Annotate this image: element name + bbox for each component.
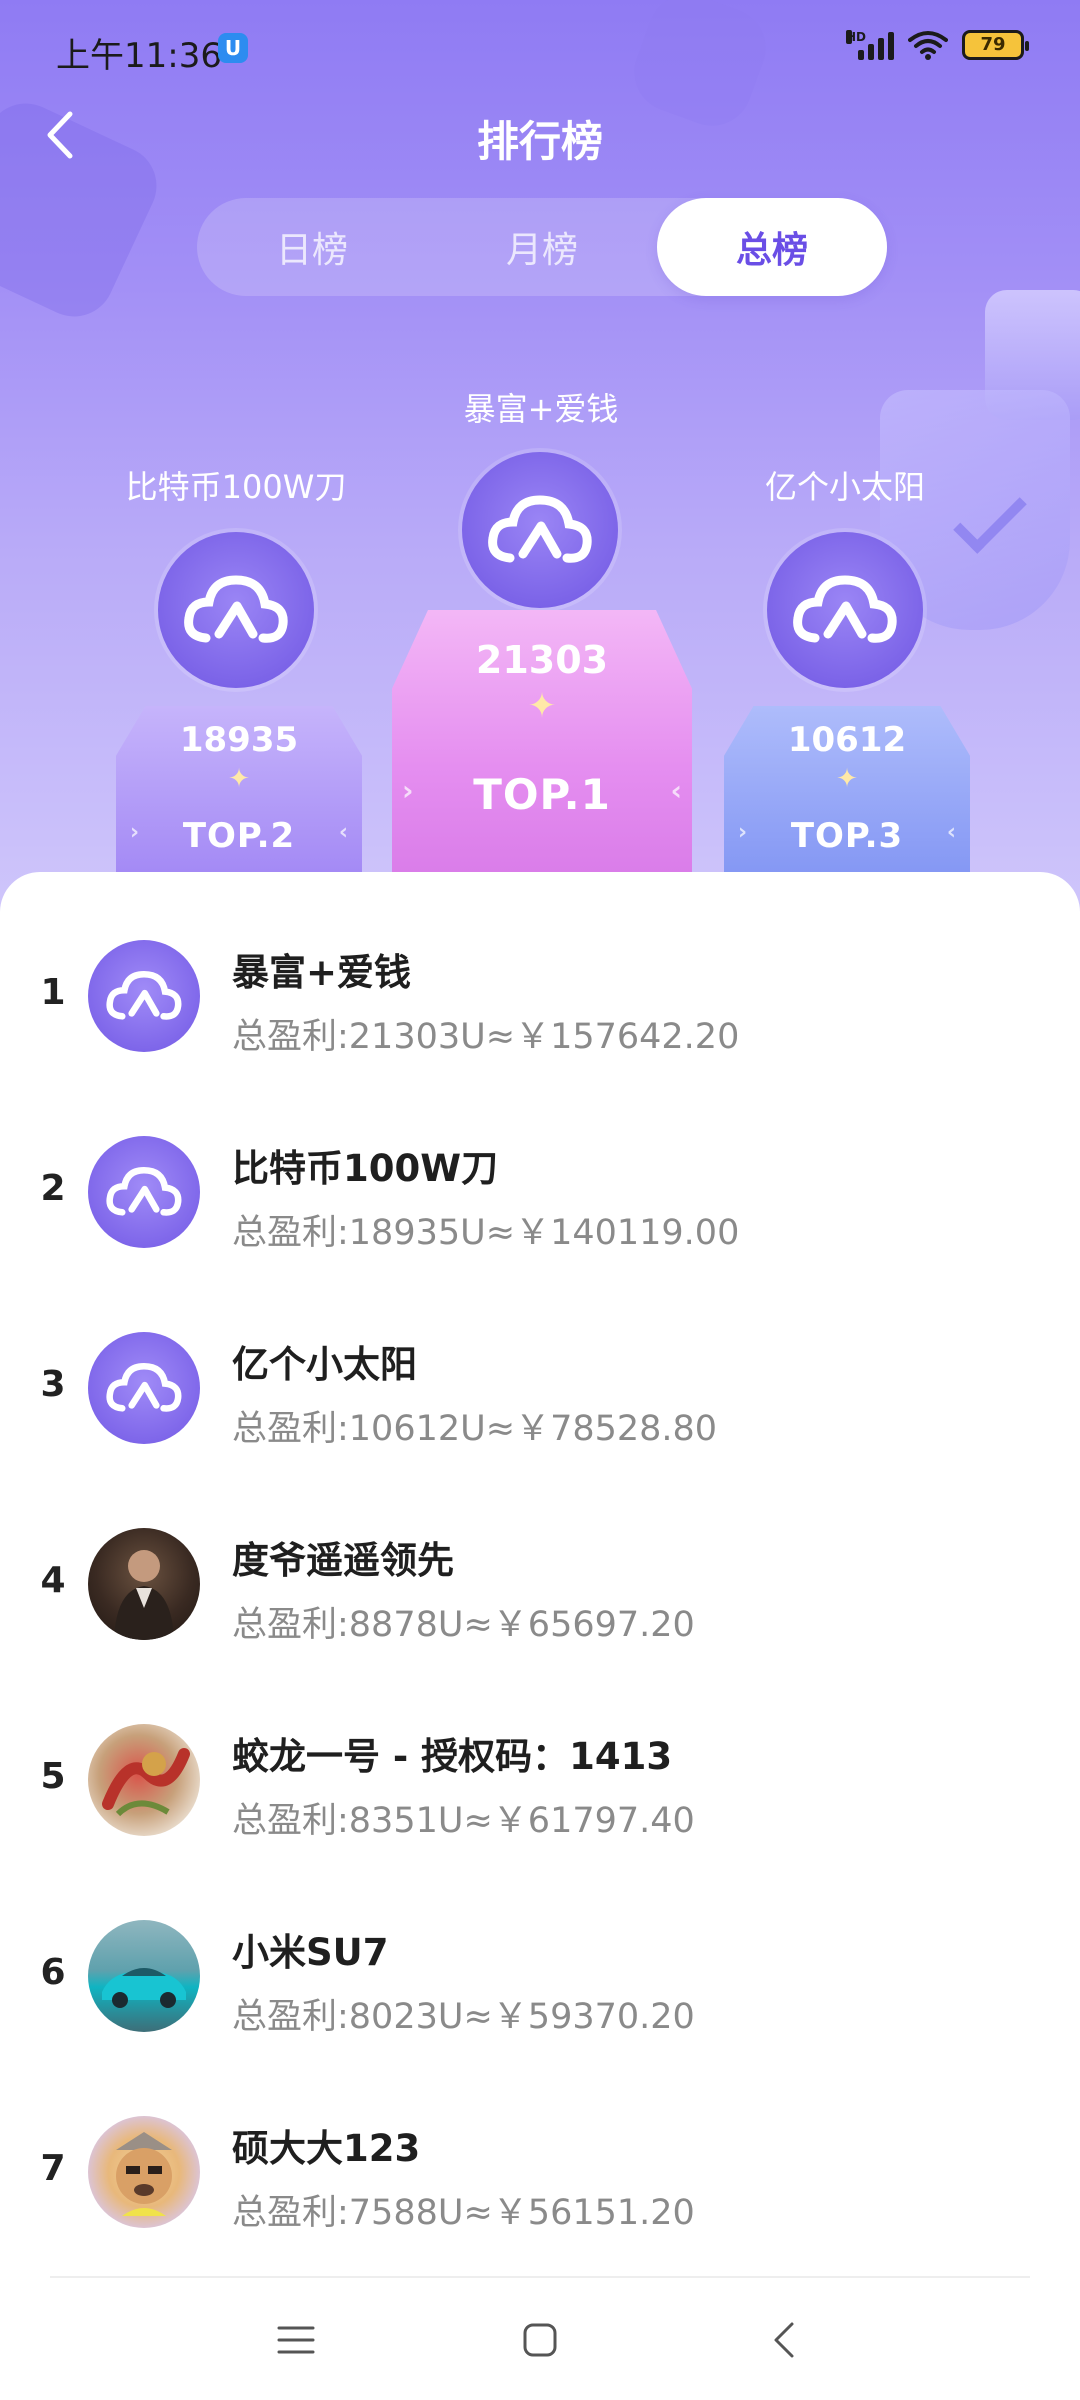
list-item[interactable]: 4 度爷遥遥领先 总盈利:8878U≈￥65697.20 bbox=[0, 1488, 1080, 1684]
rank-number: 4 bbox=[40, 1560, 66, 1601]
user-profit: 总盈利:18935U≈￥140119.00 bbox=[232, 1213, 740, 1253]
app-notification-icon: U bbox=[218, 33, 248, 63]
podium-third-score: 10612 bbox=[787, 720, 907, 760]
rank-number: 1 bbox=[40, 972, 66, 1013]
podium-first-avatar[interactable] bbox=[462, 452, 618, 608]
user-name: 蛟龙一号 - 授权码：1413 bbox=[232, 1735, 673, 1778]
avatar bbox=[88, 1136, 200, 1248]
sparkle-icon: ✦ bbox=[836, 764, 858, 794]
avatar bbox=[88, 940, 200, 1052]
avatar bbox=[88, 1920, 200, 2032]
podium-first-label: TOP.1 bbox=[473, 770, 611, 819]
rank-number: 3 bbox=[40, 1364, 66, 1405]
podium-third-name: 亿个小太阳 bbox=[764, 468, 925, 506]
cloud-logo-icon bbox=[488, 495, 592, 563]
status-time: 上午11:36 bbox=[56, 36, 222, 76]
podium-second-score: 18935 bbox=[179, 720, 299, 760]
cloud-logo-icon bbox=[793, 575, 897, 643]
page-title: 排行榜 bbox=[476, 117, 603, 166]
person-photo-icon bbox=[114, 1550, 174, 1640]
period-tabs: 日榜 月榜 总榜 bbox=[197, 198, 887, 296]
cloud-logo-icon bbox=[106, 1362, 182, 1412]
wifi-icon bbox=[908, 30, 948, 60]
cartoon-dog-icon bbox=[116, 2132, 172, 2216]
tab-daily[interactable]: 日榜 bbox=[197, 198, 427, 296]
podium-second-avatar[interactable] bbox=[158, 532, 314, 688]
sparkle-icon: ✦ bbox=[228, 764, 250, 794]
user-name: 比特币100W刀 bbox=[232, 1147, 499, 1190]
user-profit: 总盈利:7588U≈￥56151.20 bbox=[232, 2193, 695, 2233]
podium-first-name: 暴富+爱钱 bbox=[463, 390, 619, 428]
rank-number: 5 bbox=[40, 1756, 66, 1797]
user-profit: 总盈利:8878U≈￥65697.20 bbox=[232, 1605, 695, 1645]
car-photo-icon bbox=[102, 1968, 186, 2008]
cloud-logo-icon bbox=[106, 1166, 182, 1216]
tab-monthly[interactable]: 月榜 bbox=[427, 198, 657, 296]
user-name: 亿个小太阳 bbox=[232, 1343, 417, 1386]
menu-icon bbox=[277, 2326, 315, 2354]
signal-icon: HD bbox=[846, 30, 894, 60]
cloud-logo-icon bbox=[106, 970, 182, 1020]
dragon-photo-icon bbox=[102, 1748, 190, 1817]
podium-second-name: 比特币100W刀 bbox=[125, 468, 347, 506]
status-icons: HD 79 bbox=[846, 30, 1029, 60]
menu-button[interactable] bbox=[256, 2308, 336, 2372]
avatar bbox=[88, 1332, 200, 1444]
user-name: 暴富+爱钱 bbox=[232, 951, 412, 994]
podium-first-score: 21303 bbox=[475, 638, 609, 682]
rank-number: 7 bbox=[40, 2148, 66, 2189]
system-back-button[interactable] bbox=[744, 2308, 824, 2372]
user-name: 小米SU7 bbox=[232, 1931, 389, 1974]
podium-first-block: 21303 ✦ › ‹ TOP.1 bbox=[392, 610, 692, 872]
sparkle-icon: ✦ bbox=[527, 686, 557, 726]
user-name: 度爷遥遥领先 bbox=[232, 1539, 454, 1582]
back-icon bbox=[774, 2322, 794, 2358]
list-item[interactable]: 1 暴富+爱钱 总盈利:21303U≈￥157642.20 bbox=[0, 900, 1080, 1096]
system-nav-bar bbox=[0, 2280, 1080, 2400]
avatar bbox=[88, 2116, 200, 2228]
podium-third-avatar[interactable] bbox=[767, 532, 923, 688]
avatar bbox=[88, 1724, 200, 1836]
user-profit: 总盈利:8351U≈￥61797.40 bbox=[232, 1801, 695, 1841]
rank-number: 2 bbox=[40, 1168, 66, 1209]
list-item[interactable]: 3 亿个小太阳 总盈利:10612U≈￥78528.80 bbox=[0, 1292, 1080, 1488]
hd-label: HD bbox=[846, 30, 867, 44]
user-profit: 总盈利:21303U≈￥157642.20 bbox=[232, 1017, 740, 1057]
tab-total[interactable]: 总榜 bbox=[657, 198, 887, 296]
podium-second-block: 18935 ✦ › ‹ TOP.2 bbox=[116, 706, 362, 872]
divider bbox=[50, 2276, 1030, 2278]
list-item[interactable]: 2 比特币100W刀 总盈利:18935U≈￥140119.00 bbox=[0, 1096, 1080, 1292]
avatar bbox=[88, 1528, 200, 1640]
podium-third-label: TOP.3 bbox=[790, 816, 904, 856]
list-item[interactable]: 5 蛟龙一号 - 授权码：1413 总盈利:8351U≈￥61797.40 bbox=[0, 1684, 1080, 1880]
podium-second-label: TOP.2 bbox=[182, 816, 296, 856]
cloud-logo-icon bbox=[184, 575, 288, 643]
user-profit: 总盈利:8023U≈￥59370.20 bbox=[232, 1997, 695, 2037]
rank-number: 6 bbox=[40, 1952, 66, 1993]
user-profit: 总盈利:10612U≈￥78528.80 bbox=[232, 1409, 718, 1449]
user-name: 硕大大123 bbox=[232, 2127, 421, 2170]
status-bar: 上午11:36 U HD 79 bbox=[0, 0, 1080, 100]
podium-third-block: 10612 ✦ › ‹ TOP.3 bbox=[724, 706, 970, 872]
list-item[interactable]: 7 硕大大123 总盈利:7588U≈￥56151.20 bbox=[0, 2076, 1080, 2272]
battery-icon: 79 bbox=[962, 30, 1029, 60]
home-icon bbox=[523, 2323, 557, 2357]
list-item[interactable]: 6 小米SU7 总盈利:8023U≈￥59370.20 bbox=[0, 1880, 1080, 2076]
home-button[interactable] bbox=[500, 2308, 580, 2372]
